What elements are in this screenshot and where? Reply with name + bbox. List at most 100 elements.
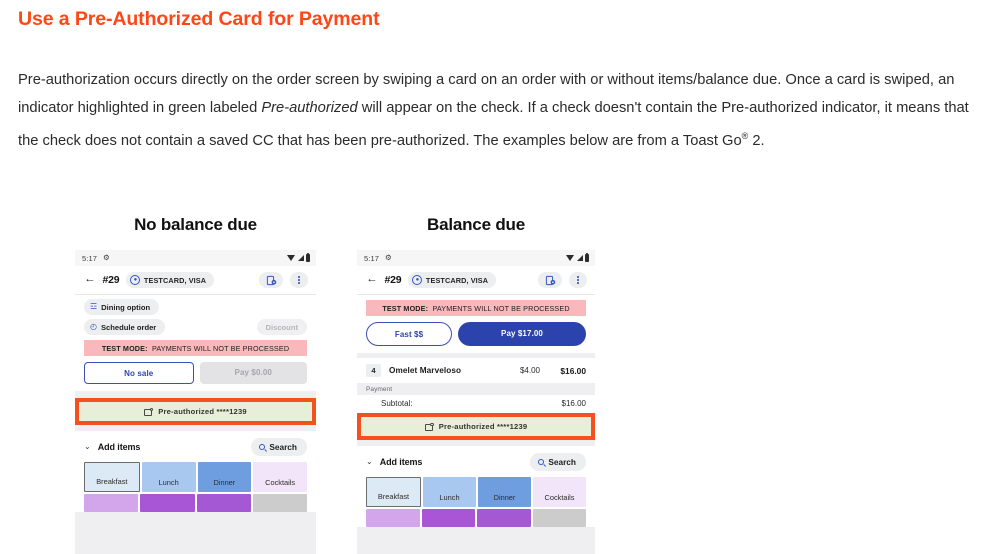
status-icons (287, 250, 310, 266)
category-tile-lunch[interactable]: Lunch (423, 477, 476, 507)
category-grid-right: Breakfast Lunch Dinner Cocktails (357, 477, 595, 507)
preauth-highlight-left: Pre-authorized ****1239 (75, 398, 316, 425)
paragraph-emphasis: Pre-authorized (261, 100, 358, 116)
payment-section-label: Payment (357, 383, 595, 395)
chevron-down-icon[interactable]: ⌄ (84, 443, 91, 451)
dining-option-label: Dining option (101, 302, 151, 312)
dining-icon: ☲ (90, 302, 98, 311)
preauth-highlight-right: Pre-authorized ****1239 (357, 413, 595, 440)
item-name: Omelet Marveloso (389, 366, 462, 375)
category-grid-row2-right (357, 507, 595, 527)
wifi-icon (566, 255, 574, 261)
category-tile-dinner[interactable]: Dinner (478, 477, 531, 507)
search-icon (258, 443, 266, 451)
test-mode-message: PAYMENTS WILL NOT BE PROCESSED (432, 303, 570, 313)
search-button[interactable]: Search (529, 453, 586, 471)
add-items-label: Add items (97, 442, 141, 452)
order-card-right: ← #29 ● TESTCARD, VISA TEST MODE: PAYMEN… (357, 266, 595, 353)
add-items-label: Add items (379, 457, 423, 467)
chevron-down-icon[interactable]: ⌄ (366, 458, 373, 466)
action-buttons-right: Fast $$ Pay $17.00 (357, 316, 595, 353)
pay-button[interactable]: Pay $0.00 (199, 362, 307, 384)
subtotal-value: $16.00 (561, 399, 586, 408)
test-mode-label: TEST MODE: (382, 303, 429, 313)
customer-name: TESTCARD, VISA (143, 275, 207, 285)
category-tile-lunch[interactable]: Lunch (141, 462, 196, 492)
paragraph-text-3: 2. (748, 132, 765, 149)
category-grid-row2-left (75, 492, 316, 512)
search-label: Search (548, 457, 576, 467)
status-time: 5:17 (364, 253, 379, 263)
preauth-banner-right[interactable]: Pre-authorized ****1239 (361, 417, 591, 436)
page-title: Use a Pre-Authorized Card for Payment (18, 8, 380, 30)
subtotal-row: Subtotal: $16.00 (357, 395, 595, 413)
status-bar-right: 5:17 ⚙ (357, 250, 595, 266)
more-options-icon[interactable] (569, 272, 587, 288)
category-tile-row2-3[interactable] (477, 509, 531, 527)
wifi-icon (287, 255, 295, 261)
pay-button[interactable]: Pay $17.00 (458, 322, 586, 346)
wallet-icon (424, 422, 434, 431)
category-tile-row2-4[interactable] (532, 509, 586, 527)
signal-icon (576, 255, 583, 261)
status-icons (566, 250, 589, 266)
dining-option-row: ☲ Dining option (75, 295, 316, 315)
customer-name: TESTCARD, VISA (425, 275, 489, 285)
category-tile-cocktails[interactable]: Cocktails (253, 462, 307, 492)
search-button[interactable]: Search (250, 438, 307, 456)
category-tile-breakfast[interactable]: Breakfast (366, 477, 421, 507)
phone-mockup-no-balance-due: 5:17 ⚙ ← #29 ● TESTCARD, VISA ☲ Dining o… (75, 250, 316, 554)
back-icon[interactable]: ← (84, 274, 96, 286)
wallet-icon (144, 407, 154, 416)
gear-icon: ⚙ (103, 253, 110, 263)
avatar-icon: ● (130, 275, 141, 285)
add-items-card-left: ⌄ Add items Search Breakfast Lunch Dinne… (75, 431, 316, 512)
add-items-row: ⌄ Add items Search (75, 431, 316, 462)
order-header-right: ← #29 ● TESTCARD, VISA (357, 266, 595, 295)
order-card-left: ← #29 ● TESTCARD, VISA ☲ Dining option ◴… (75, 266, 316, 391)
caption-no-balance-due: No balance due (134, 215, 257, 234)
discount-button[interactable]: Discount (256, 319, 307, 335)
category-tile-cocktails[interactable]: Cocktails (533, 477, 586, 507)
order-item-row[interactable]: 4 Omelet Marveloso $4.00 $16.00 (357, 358, 595, 383)
category-tile-row2-2[interactable] (421, 509, 475, 527)
category-tile-breakfast[interactable]: Breakfast (84, 462, 140, 492)
category-tile-row2-1[interactable] (366, 509, 420, 527)
schedule-order-button[interactable]: ◴ Schedule order (84, 319, 166, 335)
search-label: Search (269, 442, 297, 452)
battery-icon (585, 252, 589, 262)
page-root: Use a Pre-Authorized Card for Payment Pr… (0, 0, 999, 554)
category-tile-row2-1[interactable] (84, 494, 139, 512)
gear-icon: ⚙ (385, 253, 392, 263)
caption-balance-due: Balance due (427, 215, 525, 234)
preauth-label: Pre-authorized ****1239 (438, 422, 528, 431)
search-icon (537, 458, 545, 466)
schedule-order-label: Schedule order (100, 322, 157, 332)
back-icon[interactable]: ← (366, 274, 378, 286)
preauth-banner-left[interactable]: Pre-authorized ****1239 (79, 402, 312, 421)
category-tile-row2-4[interactable] (252, 494, 307, 512)
card-reader-icon[interactable] (538, 272, 562, 288)
avatar-icon: ● (412, 275, 423, 285)
dining-option-button[interactable]: ☲ Dining option (84, 299, 160, 315)
category-tile-row2-3[interactable] (196, 494, 251, 512)
no-sale-button[interactable]: No sale (84, 362, 194, 384)
category-tile-dinner[interactable]: Dinner (197, 462, 252, 492)
clock-icon: ◴ (90, 322, 97, 331)
more-options-icon[interactable] (290, 272, 308, 288)
fast-cash-button[interactable]: Fast $$ (366, 322, 452, 346)
customer-chip[interactable]: ● TESTCARD, VISA (126, 272, 215, 288)
item-quantity: 4 (366, 364, 381, 377)
signal-icon (297, 255, 304, 261)
article-paragraph: Pre-authorization occurs directly on the… (18, 66, 980, 155)
customer-chip[interactable]: ● TESTCARD, VISA (408, 272, 497, 288)
item-line-total: $16.00 (560, 365, 586, 376)
action-buttons-left: No sale Pay $0.00 (75, 356, 316, 391)
test-mode-label: TEST MODE: (101, 343, 148, 353)
status-bar-left: 5:17 ⚙ (75, 250, 316, 266)
card-reader-icon[interactable] (259, 272, 283, 288)
order-number: #29 (384, 274, 402, 286)
category-tile-row2-2[interactable] (140, 494, 195, 512)
category-grid-left: Breakfast Lunch Dinner Cocktails (75, 462, 316, 492)
add-items-card-right: ⌄ Add items Search Breakfast Lunch Dinne… (357, 446, 595, 527)
